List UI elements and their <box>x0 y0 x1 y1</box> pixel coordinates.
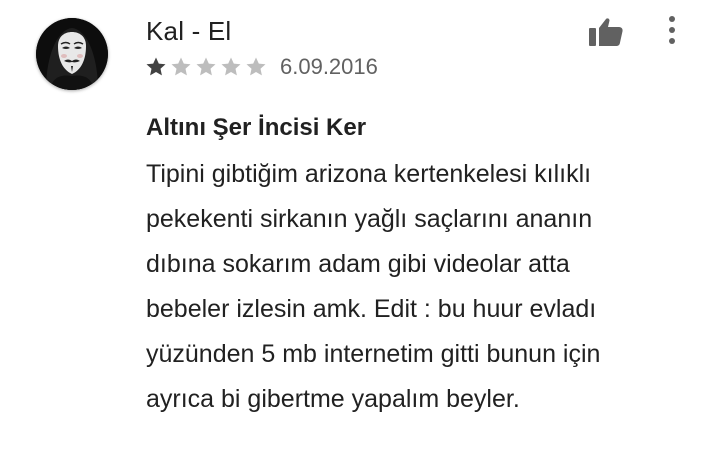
helpful-button[interactable] <box>584 12 628 52</box>
rating-row: 6.09.2016 <box>144 54 378 80</box>
more-vert-icon <box>669 16 675 22</box>
author-name: Kal - El <box>146 16 232 46</box>
star-rating <box>144 55 268 79</box>
star-empty-icon <box>196 57 216 76</box>
thumbs-up-icon <box>589 18 623 46</box>
review-card: Kal - El 6.09.2016 Altını Şer İncisi Ker… <box>0 0 720 470</box>
review-body-line: pekekenti sirkanın yağlı saçlarını ananı… <box>146 205 593 233</box>
masked-face-avatar-icon <box>36 18 108 90</box>
review-date: 6.09.2016 <box>280 54 378 79</box>
more-vert-dot <box>669 27 675 33</box>
more-vert-dot <box>669 38 675 44</box>
author-avatar[interactable] <box>36 18 108 90</box>
review-body-line: Tipini gibtiğim arizona kertenkelesi kıl… <box>146 160 592 188</box>
more-options-button[interactable] <box>656 10 688 50</box>
review-body: Tipini gibtiğim arizona kertenkelesi kıl… <box>146 152 706 422</box>
review-body-line: dıbına sokarım adam gibi videolar atta <box>146 250 570 278</box>
review-body-line: bebeler izlesin amk. Edit : bu huur evla… <box>146 295 597 323</box>
star-empty-icon <box>246 57 266 76</box>
review-body-line: ayrıca bi gibertme yapalım beyler. <box>146 385 520 413</box>
star-empty-icon <box>221 57 241 76</box>
star-filled-icon <box>146 57 166 76</box>
review-title: Altını Şer İncisi Ker <box>146 114 367 141</box>
review-body-line: yüzünden 5 mb internetim gitti bunun içi… <box>146 340 601 368</box>
star-empty-icon <box>171 57 191 76</box>
